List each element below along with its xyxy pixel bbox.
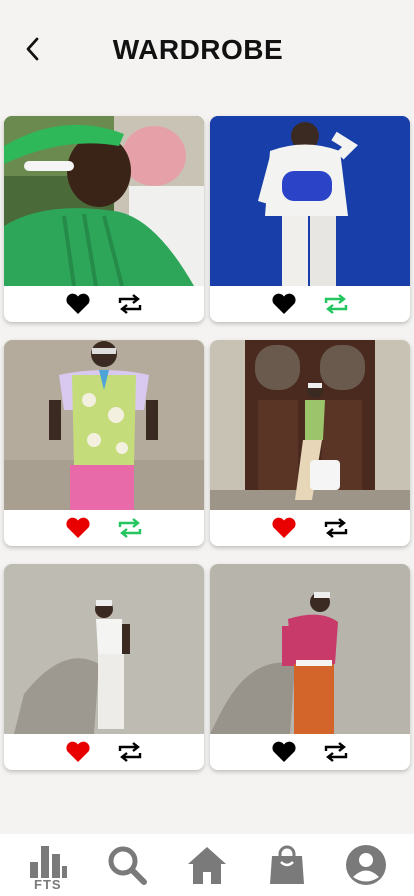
outfit-photo[interactable] (210, 340, 410, 510)
heart-icon (272, 293, 296, 314)
card-actions (4, 286, 204, 322)
heart-icon (272, 517, 296, 538)
like-button[interactable] (64, 516, 92, 540)
like-button[interactable] (270, 516, 298, 540)
wardrobe-card[interactable] (210, 116, 410, 322)
card-actions (4, 510, 204, 546)
repost-icon (118, 518, 142, 538)
shopping-bag-icon (269, 845, 304, 884)
brand-label: FTS (34, 876, 62, 892)
heart-icon (66, 517, 90, 538)
repost-button[interactable] (116, 516, 144, 540)
nav-stats[interactable]: FTS (20, 837, 76, 893)
wardrobe-card[interactable] (4, 564, 204, 770)
home-icon (187, 847, 226, 884)
nav-profile[interactable] (338, 837, 394, 893)
wardrobe-card[interactable] (4, 340, 204, 546)
repost-icon (324, 518, 348, 538)
stats-icon (29, 845, 67, 878)
like-button[interactable] (270, 740, 298, 764)
repost-button[interactable] (322, 516, 350, 540)
profile-icon (346, 845, 387, 885)
nav-home[interactable] (179, 837, 235, 893)
outfit-photo[interactable] (210, 116, 410, 286)
wardrobe-card[interactable] (210, 340, 410, 546)
like-button[interactable] (270, 292, 298, 316)
like-button[interactable] (64, 292, 92, 316)
search-icon (108, 846, 148, 885)
repost-icon (324, 742, 348, 762)
nav-shop[interactable] (259, 837, 315, 893)
nav-search[interactable] (99, 837, 155, 893)
outfit-photo[interactable] (4, 116, 204, 286)
repost-button[interactable] (322, 740, 350, 764)
page-title: WARDROBE (112, 34, 284, 65)
repost-icon (118, 294, 142, 314)
wardrobe-card[interactable] (4, 116, 204, 322)
outfit-photo[interactable] (4, 340, 204, 510)
heart-icon (66, 741, 90, 762)
outfit-photo[interactable] (210, 564, 410, 734)
repost-button[interactable] (116, 292, 144, 316)
card-actions (4, 734, 204, 770)
wardrobe-card[interactable] (210, 564, 410, 770)
heart-icon (272, 741, 296, 762)
card-actions (210, 286, 410, 322)
card-actions (210, 510, 410, 546)
repost-icon (118, 742, 142, 762)
header: WARDROBE (0, 0, 414, 100)
wardrobe-grid (4, 116, 410, 770)
card-actions (210, 734, 410, 770)
repost-button[interactable] (322, 292, 350, 316)
like-button[interactable] (64, 740, 92, 764)
repost-icon (324, 294, 348, 314)
heart-icon (66, 293, 90, 314)
repost-button[interactable] (116, 740, 144, 764)
outfit-photo[interactable] (4, 564, 204, 734)
bottom-nav: FTS (0, 834, 414, 896)
